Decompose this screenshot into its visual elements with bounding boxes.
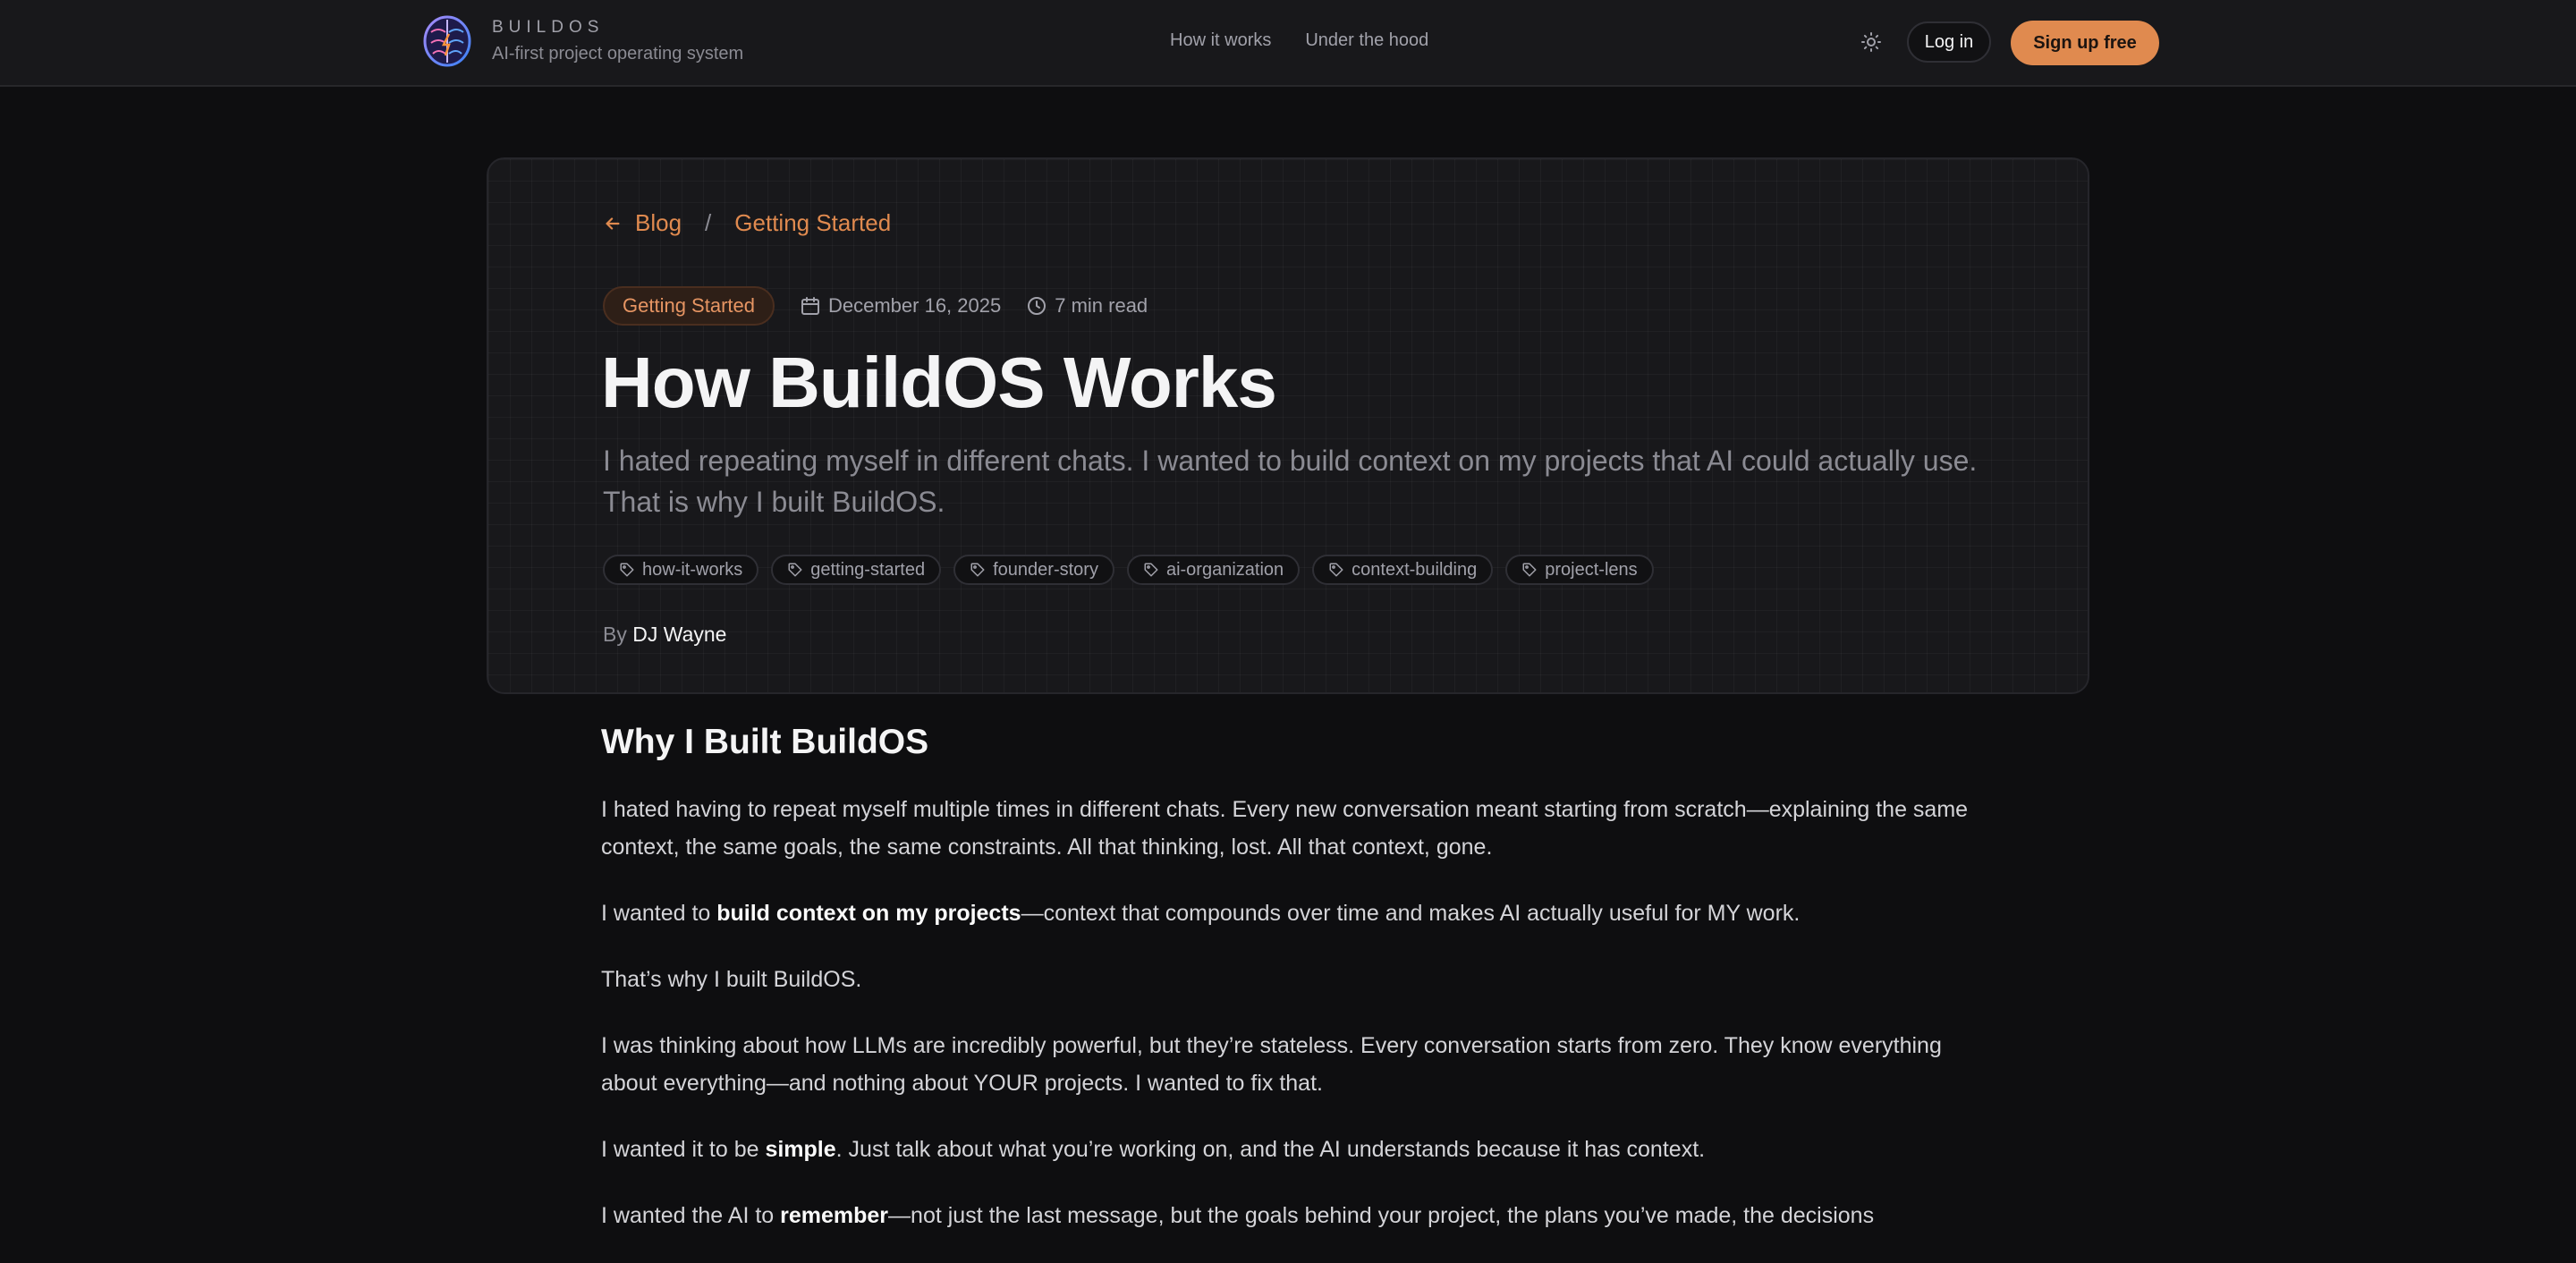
bold-text: simple bbox=[765, 1137, 836, 1162]
nav-how-it-works[interactable]: How it works bbox=[1170, 30, 1271, 51]
read-time: 7 min read bbox=[1026, 294, 1148, 318]
text-run: —not just the last message, but the goal… bbox=[888, 1203, 1875, 1228]
paragraph: I wanted it to be simple. Just talk abou… bbox=[601, 1131, 1979, 1168]
tag-chip[interactable]: project-lens bbox=[1505, 555, 1654, 585]
clock-icon bbox=[1028, 297, 1046, 315]
section-heading: Why I Built BuildOS bbox=[601, 723, 929, 761]
tag-list: how-it-works getting-started founder-sto… bbox=[603, 555, 1654, 585]
brain-logo-icon bbox=[423, 15, 471, 67]
post-date-text: December 16, 2025 bbox=[827, 294, 1002, 317]
arrow-left-icon bbox=[606, 216, 620, 230]
bold-text: build context on my projects bbox=[716, 901, 1021, 926]
tag-chip[interactable]: getting-started bbox=[771, 555, 942, 585]
post-hero-card: Blog / Getting Started Getting Started D… bbox=[487, 157, 2089, 694]
read-time-text: 7 min read bbox=[1055, 294, 1148, 317]
tag-label: project-lens bbox=[1545, 559, 1638, 580]
tag-icon bbox=[970, 563, 985, 577]
post-subtitle: I hated repeating myself in different ch… bbox=[603, 445, 1978, 518]
brand-name: BUILDOS bbox=[492, 18, 605, 37]
text-run: I wanted it to be bbox=[601, 1137, 766, 1162]
tag-icon bbox=[1522, 563, 1537, 577]
brand[interactable]: BUILDOS AI-first project operating syste… bbox=[422, 14, 743, 68]
tag-chip[interactable]: ai-organization bbox=[1126, 555, 1301, 585]
tag-label: getting-started bbox=[810, 559, 926, 580]
post-meta: Getting Started December 16, 2025 7 min … bbox=[603, 286, 1148, 326]
tag-label: founder-story bbox=[993, 559, 1098, 580]
top-navigation-bar: BUILDOS AI-first project operating syste… bbox=[0, 0, 2576, 87]
paragraph: I wanted the AI to remember—not just the… bbox=[601, 1197, 1979, 1234]
nav-under-the-hood[interactable]: Under the hood bbox=[1305, 30, 1428, 51]
tag-label: how-it-works bbox=[642, 559, 743, 580]
bold-text: remember bbox=[780, 1203, 889, 1228]
category-badge[interactable]: Getting Started bbox=[603, 286, 775, 326]
tag-label: context-building bbox=[1352, 559, 1478, 580]
main-nav: How it works Under the hood bbox=[1170, 30, 1428, 51]
breadcrumb-blog-label: Blog bbox=[635, 209, 682, 236]
text-run: . Just talk about what you’re working on… bbox=[835, 1137, 1706, 1162]
paragraph: I wanted to build context on my projects… bbox=[601, 894, 1979, 932]
breadcrumb-blog-link[interactable]: Blog bbox=[603, 209, 682, 237]
tag-chip[interactable]: context-building bbox=[1312, 555, 1494, 585]
breadcrumb-separator: / bbox=[705, 209, 712, 236]
sun-icon bbox=[1861, 32, 1881, 52]
tag-label: ai-organization bbox=[1165, 559, 1284, 580]
tag-chip[interactable]: founder-story bbox=[953, 555, 1114, 585]
signup-button[interactable]: Sign up free bbox=[2011, 21, 2159, 65]
byline: By DJ Wayne bbox=[603, 623, 726, 647]
post-title: How BuildOS Works bbox=[601, 343, 1277, 422]
paragraph: I hated having to repeat myself multiple… bbox=[601, 797, 1969, 860]
calendar-icon bbox=[801, 297, 819, 315]
tag-icon bbox=[1144, 563, 1158, 577]
article-body: Why I Built BuildOS I hated having to re… bbox=[601, 716, 1979, 1263]
brand-tagline: AI-first project operating system bbox=[492, 44, 744, 64]
text-run: I wanted to bbox=[601, 901, 717, 926]
byline-prefix: By bbox=[603, 623, 627, 646]
breadcrumb: Blog / Getting Started bbox=[603, 209, 891, 237]
paragraph: I was thinking about how LLMs are incred… bbox=[601, 1033, 1942, 1096]
text-run: —context that compounds over time and ma… bbox=[1021, 901, 1801, 926]
tag-chip[interactable]: how-it-works bbox=[603, 555, 759, 585]
post-date: December 16, 2025 bbox=[800, 294, 1001, 318]
author-name: DJ Wayne bbox=[632, 623, 727, 646]
theme-toggle-button[interactable] bbox=[1855, 26, 1887, 58]
tag-icon bbox=[620, 563, 634, 577]
tag-icon bbox=[788, 563, 802, 577]
login-button[interactable]: Log in bbox=[1907, 21, 1991, 63]
tag-icon bbox=[1329, 563, 1343, 577]
breadcrumb-category-link[interactable]: Getting Started bbox=[734, 209, 891, 237]
text-run: I wanted the AI to bbox=[601, 1203, 781, 1228]
paragraph: That’s why I built BuildOS. bbox=[601, 967, 862, 992]
